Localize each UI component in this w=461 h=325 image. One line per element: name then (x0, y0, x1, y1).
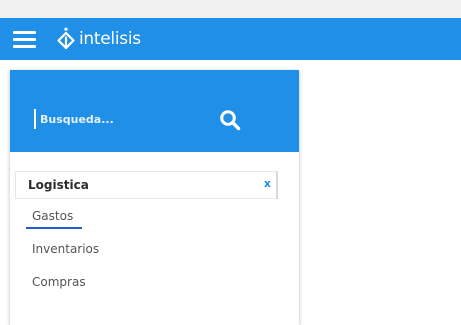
search-input[interactable] (40, 108, 210, 130)
menu-bar-line (13, 38, 36, 41)
active-item-indicator (26, 227, 82, 229)
search-icon[interactable] (219, 109, 241, 131)
sidebar-item-gastos[interactable]: Gastos (32, 209, 73, 223)
text-cursor (34, 109, 36, 129)
sidebar-item-inventarios[interactable]: Inventarios (32, 242, 99, 256)
intelisis-logo-icon (57, 27, 75, 50)
section-title: Logistica (28, 178, 89, 192)
menu-bar-line (13, 31, 36, 34)
app-header: intelisis (0, 18, 461, 60)
hamburger-menu-icon[interactable] (13, 30, 36, 48)
app-page: intelisis Logistica x Gastos Inventarios… (0, 0, 461, 325)
top-strip (0, 0, 461, 18)
brand-name: intelisis (79, 29, 141, 49)
search-area (10, 70, 299, 152)
sidebar-panel: Logistica x Gastos Inventarios Compras (10, 70, 299, 325)
section-header-logistica: Logistica x (15, 171, 278, 199)
menu-bar-line (13, 45, 36, 48)
sidebar-item-compras[interactable]: Compras (32, 275, 86, 289)
close-section-button[interactable]: x (264, 177, 271, 190)
brand-logo[interactable]: intelisis (55, 26, 141, 52)
